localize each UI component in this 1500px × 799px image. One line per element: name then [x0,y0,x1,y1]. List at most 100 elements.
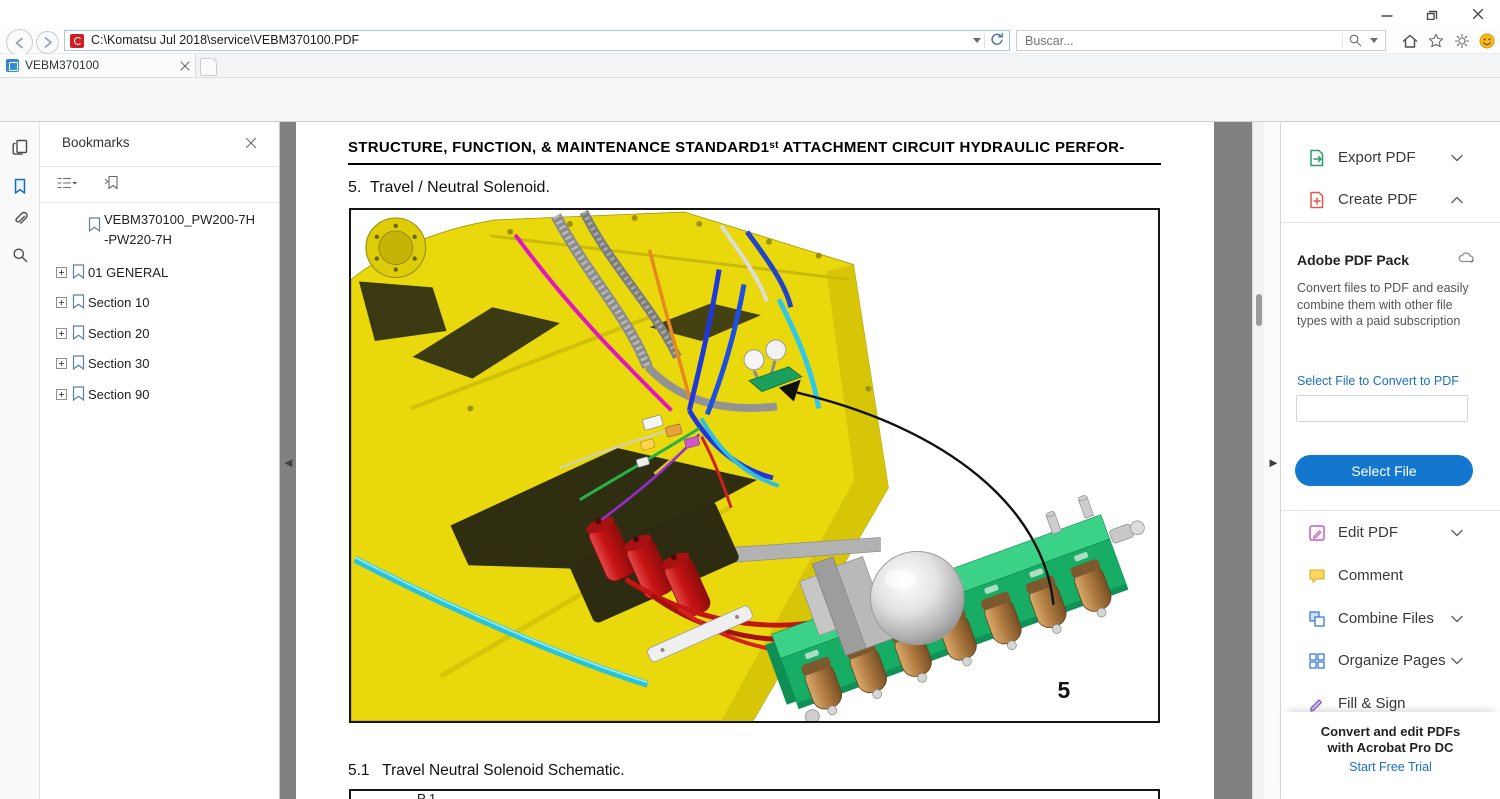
section-title: 5. Travel / Neutral Solenoid. [348,179,550,197]
tool-comment[interactable]: Comment [1281,555,1500,597]
back-arrow-icon [13,36,27,50]
browser-search-field[interactable] [1016,30,1386,51]
search-input[interactable] [1023,32,1327,50]
back-button[interactable] [6,29,33,56]
figure-travel-neutral-solenoid: 5 [349,208,1160,723]
scrollbar-thumb[interactable] [1256,294,1262,326]
url-dropdown-caret[interactable] [973,38,981,43]
edit-pdf-icon [1307,523,1327,543]
tab-title: VEBM370100 [25,54,99,76]
bookmark-icon [72,325,85,340]
tools-panel: Export PDF Create PDF Adobe PDF Pack Con… [1280,122,1500,799]
expand-toggle[interactable] [56,297,67,308]
minimize-button[interactable] [1364,0,1409,28]
bookmark-icon [11,177,29,195]
comment-icon [1307,566,1327,586]
url-divider [984,33,985,48]
tool-label: Export PDF [1338,148,1416,168]
refresh-button[interactable] [989,32,1005,48]
main-area: Bookmarks VEBM370100_PW200-7H-PW220-7H 0… [0,122,1500,799]
search-panel-button[interactable] [10,245,30,265]
chevron-down-icon [1451,154,1463,162]
tool-label: Comment [1338,566,1403,586]
tool-label: Edit PDF [1338,523,1398,543]
pdf-file-icon [70,34,84,48]
forward-button[interactable] [36,31,59,54]
title-bar [0,0,1500,28]
close-icon [245,137,257,149]
promo-text: with Acrobat Pro DC [1281,740,1500,755]
expand-toggle[interactable] [56,328,67,339]
chevron-down-icon [1451,615,1463,623]
settings-button[interactable] [1452,31,1472,51]
acrobat-pro-promo: Convert and edit PDFs with Acrobat Pro D… [1281,712,1500,799]
bookmark-label[interactable]: Section 10 [88,293,149,313]
vertical-scrollbar[interactable] [1252,122,1264,799]
tool-export-pdf[interactable]: Export PDF [1281,137,1500,179]
pdf-pack-description: Convert files to PDF and easily combine … [1297,280,1475,330]
bookmark-label[interactable]: VEBM370100_PW200-7H-PW220-7H [104,210,256,250]
schematic-partial-text: P 1 [417,791,436,799]
tool-label: Create PDF [1338,190,1417,210]
attachments-button[interactable] [10,208,30,228]
bookmark-label[interactable]: Section 20 [88,324,149,344]
page-thumbnails-button[interactable] [10,137,30,157]
browser-tab[interactable]: VEBM370100 [0,54,196,77]
tool-label: Organize Pages [1338,651,1446,671]
search-icon[interactable] [1348,33,1363,48]
bookmarks-options-button[interactable] [56,173,78,193]
bookmark-icon [72,294,85,309]
bookmark-label[interactable]: Section 30 [88,354,149,374]
schematic-frame: P 1 [349,789,1160,799]
pdf-page: STRUCTURE, FUNCTION, & MAINTENANCE STAND… [296,122,1214,799]
restore-button[interactable] [1409,0,1454,28]
tool-label: Combine Files [1338,609,1434,629]
gear-icon [1453,32,1471,50]
url-field[interactable]: C:\Komatsu Jul 2018\service\VEBM370100.P… [64,30,1010,51]
favorites-button[interactable] [1426,31,1446,51]
acrobat-side-strip [0,122,40,799]
close-button[interactable] [1455,0,1500,28]
previous-page-arrow[interactable]: ◄ [282,455,295,470]
promo-text: Convert and edit PDFs [1281,724,1500,739]
fill-sign-icon [1307,694,1327,714]
star-icon [1427,32,1445,50]
panel-divider [1281,222,1500,223]
start-free-trial-link[interactable]: Start Free Trial [1281,760,1500,774]
organize-pages-icon [1307,651,1327,671]
expand-toggle[interactable] [56,358,67,369]
figure-number-label: 5 [1057,677,1070,703]
expand-toggle[interactable] [56,267,67,278]
create-pdf-icon [1307,190,1327,210]
machine-illustration: 5 [351,210,1158,721]
select-file-link[interactable]: Select File to Convert to PDF [1297,374,1459,388]
next-page-arrow[interactable]: ► [1267,455,1280,470]
close-icon [1472,8,1484,20]
convert-file-input[interactable] [1296,395,1468,422]
search-dropdown-caret[interactable] [1370,38,1378,43]
bookmarks-panel-button[interactable] [10,176,30,196]
bookmarks-close-button[interactable] [243,135,259,151]
bookmark-label[interactable]: 01 GENERAL [88,263,168,283]
tool-organize-pages[interactable]: Organize Pages [1281,640,1500,682]
new-tab-button[interactable] [200,58,217,76]
current-bookmark-button[interactable] [102,173,124,193]
restore-icon [1426,8,1438,20]
url-text: C:\Komatsu Jul 2018\service\VEBM370100.P… [91,31,359,50]
tool-combine-files[interactable]: Combine Files [1281,598,1500,640]
tab-close-icon[interactable] [178,59,191,72]
panel-divider [1281,510,1500,511]
select-file-button[interactable]: Select File [1295,455,1473,486]
expand-toggle[interactable] [56,389,67,400]
document-cloud-icon [1457,249,1475,267]
tool-create-pdf[interactable]: Create PDF [1281,179,1500,221]
browser-window: C:\Komatsu Jul 2018\service\VEBM370100.P… [0,0,1500,799]
bookmark-icon [72,386,85,401]
chevron-up-icon [1451,196,1463,204]
pages-icon [11,138,29,156]
home-button[interactable] [1400,31,1420,51]
feedback-button[interactable] [1477,31,1497,51]
chevron-down-icon [1451,657,1463,665]
tool-edit-pdf[interactable]: Edit PDF [1281,512,1500,554]
bookmark-label[interactable]: Section 90 [88,385,149,405]
